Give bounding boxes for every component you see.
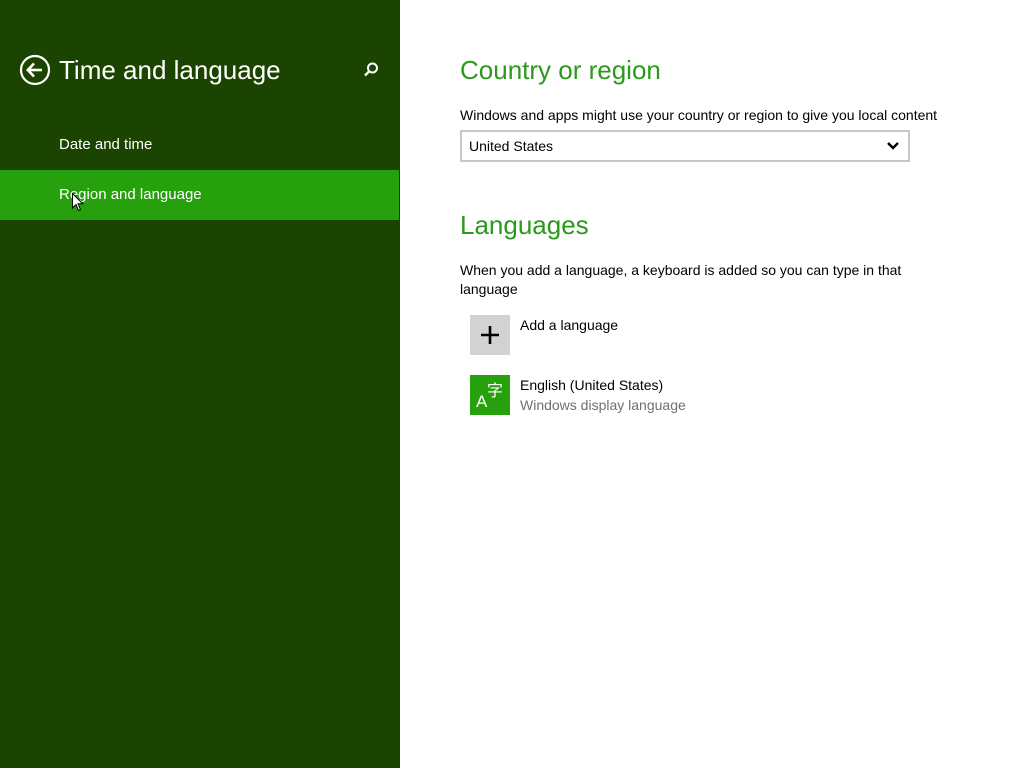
pane-header: Time and language	[0, 0, 400, 140]
nav-item-label: Region and language	[59, 186, 202, 203]
country-select-value: United States	[469, 138, 554, 154]
nav-item-label: Date and time	[59, 136, 153, 153]
plus-icon	[481, 326, 499, 344]
language-name: English (United States)	[520, 377, 664, 393]
country-region-heading: Country or region	[460, 55, 661, 85]
languages-description: When you add a language, a keyboard is a…	[460, 262, 902, 297]
nav-item-region-and-language[interactable]: Region and language	[0, 170, 399, 220]
add-language-button[interactable]: Add a language	[470, 315, 890, 357]
language-subtitle: Windows display language	[520, 397, 686, 413]
add-language-tile	[470, 315, 510, 355]
language-text: English (United States) Windows display …	[520, 375, 686, 415]
chevron-down-icon	[886, 140, 900, 152]
nav-list: Date and time Region and language	[0, 120, 399, 220]
language-item-english-us[interactable]: A 字 English (United States) Windows disp…	[470, 375, 890, 417]
add-language-label: Add a language	[520, 317, 619, 333]
settings-window: Time and language Date and time Region a…	[0, 0, 1024, 768]
left-pane: Time and language Date and time Region a…	[0, 0, 400, 768]
nav-item-date-and-time[interactable]: Date and time	[0, 120, 399, 170]
back-arrow-circle-icon	[19, 54, 51, 86]
page-title: Time and language	[59, 55, 281, 85]
languages-heading: Languages	[460, 210, 589, 240]
right-pane: Country or region Windows and apps might…	[400, 0, 1024, 768]
search-icon	[364, 62, 378, 77]
country-select[interactable]: United States	[460, 130, 910, 162]
back-button[interactable]	[19, 54, 51, 86]
search-button[interactable]	[361, 60, 381, 80]
language-tile: A 字	[470, 375, 510, 415]
add-language-text: Add a language	[520, 315, 618, 335]
country-region-description: Windows and apps might use your country …	[460, 107, 938, 123]
language-glyph-icon: A 字	[476, 381, 503, 411]
language-glyph-cjk: 字	[487, 381, 503, 400]
